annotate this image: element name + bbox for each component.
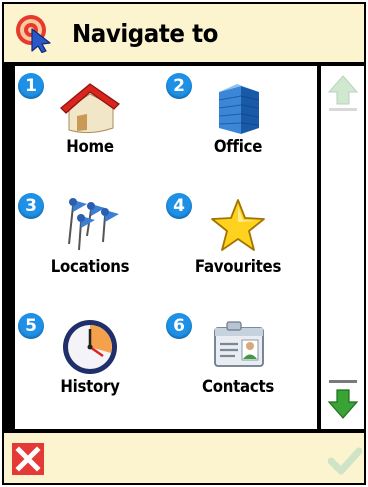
- star-icon: [211, 199, 265, 251]
- close-icon[interactable]: [12, 443, 44, 475]
- arrow-down-icon[interactable]: [327, 378, 359, 422]
- scroll-panel: [321, 66, 364, 429]
- destination-menu: 1 Home 2 Office 3 Locations 4 Favourites…: [15, 66, 317, 429]
- menu-item-label: History: [60, 377, 120, 397]
- title-bar: Navigate to: [4, 4, 364, 62]
- menu-item-home[interactable]: 1 Home: [15, 66, 163, 184]
- office-building-icon: [218, 84, 260, 134]
- number-badge: 2: [166, 73, 192, 99]
- contact-card-icon: [214, 321, 264, 367]
- menu-item-history[interactable]: 5 History: [15, 306, 163, 424]
- number-badge: 3: [18, 193, 44, 219]
- menu-item-label: Office: [213, 137, 263, 157]
- number-badge: 5: [18, 313, 44, 339]
- menu-item-label: Home: [66, 137, 114, 157]
- house-icon: [60, 83, 120, 134]
- arrow-up-icon[interactable]: [327, 74, 359, 114]
- menu-item-favourites[interactable]: 4 Favourites: [163, 186, 311, 304]
- number-badge: 1: [18, 73, 44, 99]
- menu-item-label: Contacts: [202, 377, 274, 397]
- menu-item-label: Locations: [50, 257, 130, 277]
- clock-icon: [63, 320, 117, 374]
- number-badge: 4: [166, 193, 192, 219]
- page-title: Navigate to: [72, 18, 218, 48]
- location-pins-icon: [68, 198, 119, 251]
- checkmark-icon[interactable]: [328, 445, 362, 475]
- navigation-target-icon: [16, 15, 51, 53]
- menu-item-office[interactable]: 2 Office: [163, 66, 311, 184]
- menu-item-locations[interactable]: 3 Locations: [15, 186, 163, 304]
- menu-item-contacts[interactable]: 6 Contacts: [163, 306, 311, 424]
- bottom-bar: [4, 433, 364, 483]
- number-badge: 6: [166, 313, 192, 339]
- menu-item-label: Favourites: [194, 257, 282, 277]
